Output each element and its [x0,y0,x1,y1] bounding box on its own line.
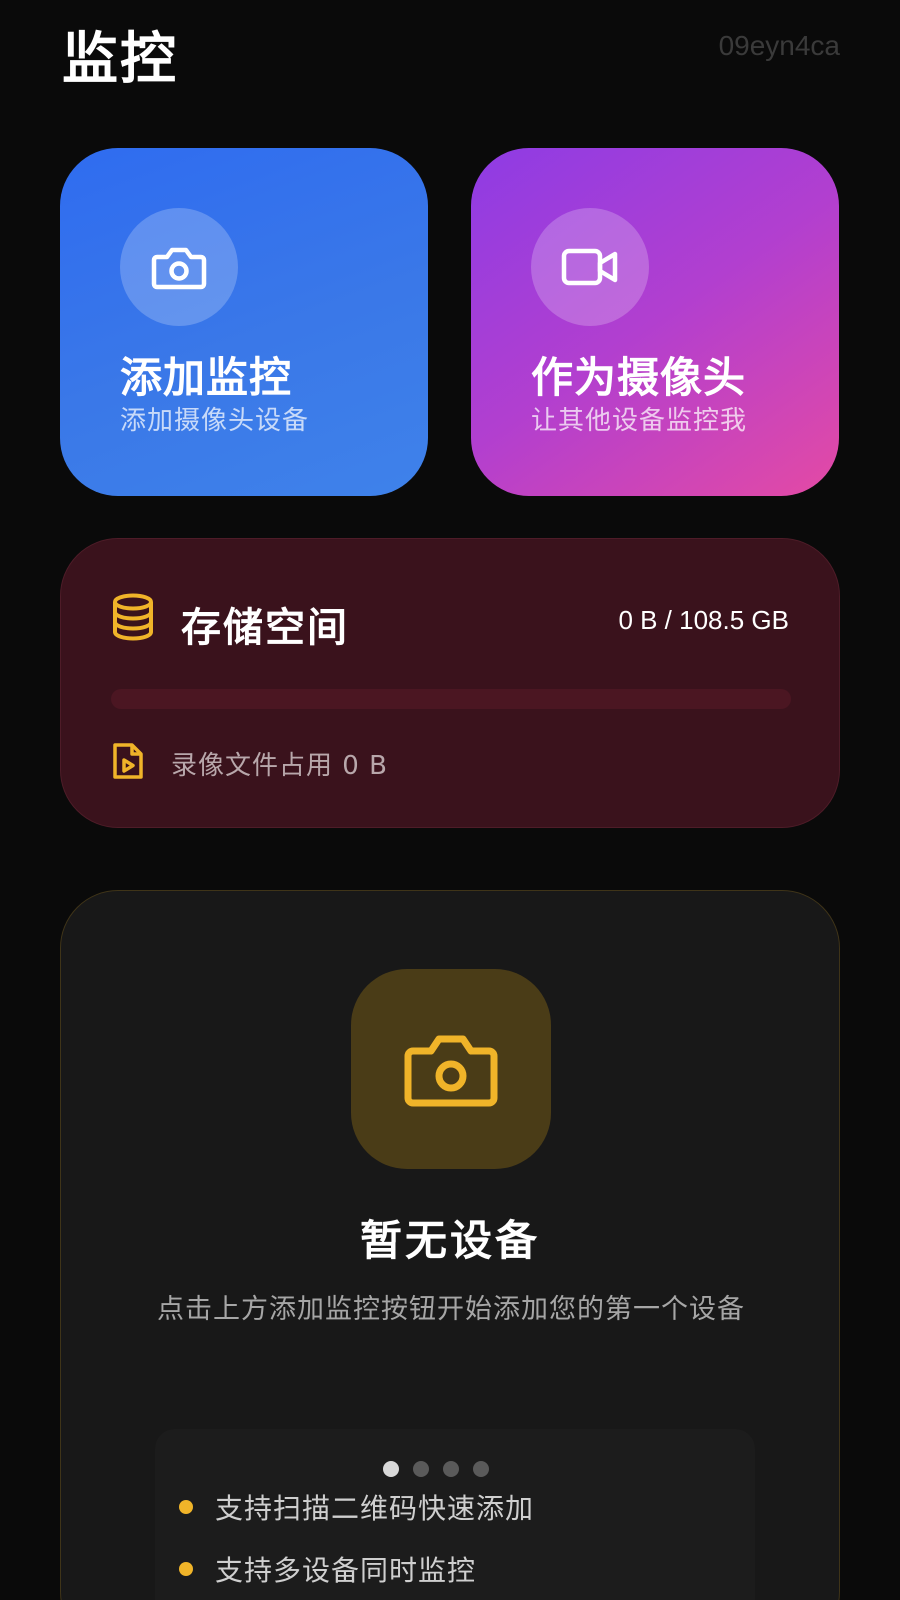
add-monitor-card[interactable]: 添加监控 添加摄像头设备 [60,148,428,496]
empty-state-description: 点击上方添加监控按钮开始添加您的第一个设备 [157,1294,745,1325]
tip-item: 支持扫描二维码快速添加 [179,1487,534,1527]
bullet-dot [179,1562,193,1576]
bullet-dot [179,1500,193,1514]
camera-icon [351,969,551,1169]
recording-usage-label: 录像文件占用 0 B [171,751,388,781]
pager-indicator[interactable] [383,1461,489,1477]
add-monitor-title: 添加监控 [120,353,293,402]
database-icon [111,593,155,645]
page-title: 监控 [62,27,178,92]
camera-icon [120,208,238,326]
empty-devices-card: 暂无设备 点击上方添加监控按钮开始添加您的第一个设备 支持扫描二维码快速添加 支… [60,890,840,1600]
tip-text: 支持多设备同时监控 [215,1554,477,1587]
tip-text: 支持扫描二维码快速添加 [215,1492,535,1525]
act-as-camera-subtitle: 让其他设备监控我 [531,406,748,436]
empty-state-title: 暂无设备 [359,1216,540,1265]
pager-dot[interactable] [443,1461,459,1477]
watermark-text: 09eyn4ca [718,30,840,61]
act-as-camera-card[interactable]: 作为摄像头 让其他设备监控我 [471,148,839,496]
video-camera-icon [531,208,649,326]
storage-title: 存储空间 [181,605,349,651]
pager-dot[interactable] [383,1461,399,1477]
storage-progress-bar [111,689,791,709]
storage-usage: 0 B / 108.5 GB [618,605,789,635]
video-file-icon [111,741,145,785]
pager-dot[interactable] [473,1461,489,1477]
add-monitor-subtitle: 添加摄像头设备 [120,406,310,436]
pager-dot[interactable] [413,1461,429,1477]
storage-card[interactable]: 存储空间 0 B / 108.5 GB 录像文件占用 0 B [60,538,840,828]
act-as-camera-title: 作为摄像头 [531,353,747,402]
tip-item: 支持多设备同时监控 [179,1549,476,1589]
